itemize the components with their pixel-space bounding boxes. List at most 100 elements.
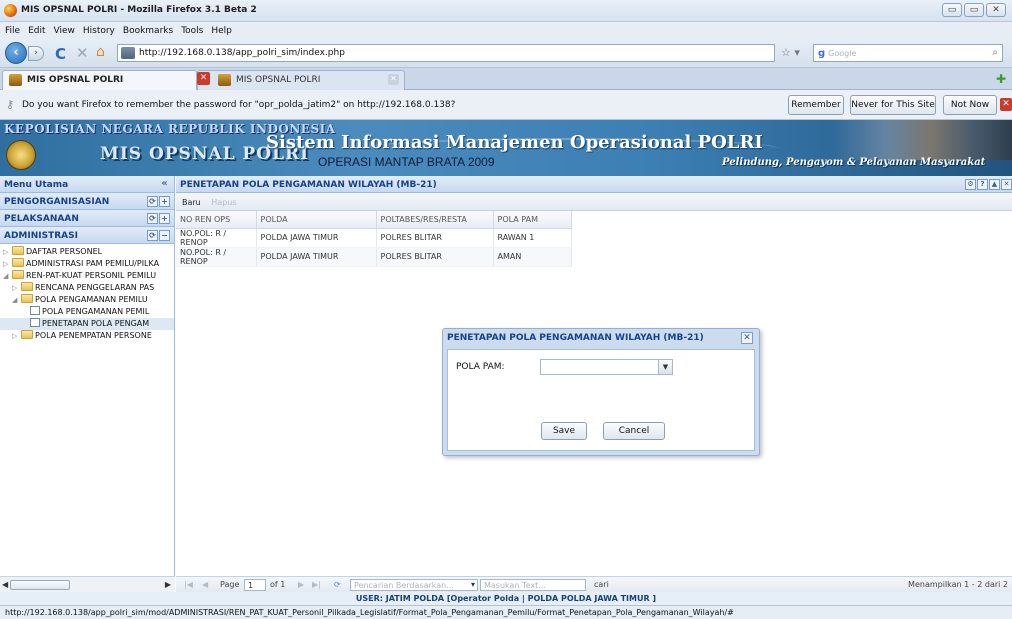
home-icon[interactable]: ⌂ [96,44,105,60]
collapse-panel-icon[interactable]: « [159,179,170,190]
display-count: Menampilkan 1 - 2 dari 2 [908,580,1008,589]
minimize-button[interactable]: ▭ [942,3,962,17]
maximize-button[interactable]: ▭ [964,3,984,17]
tree-expand-arrow-icon[interactable]: ▷ [12,330,21,342]
menu-edit[interactable]: Edit [28,26,45,36]
window-title: MIS OPSNAL POLRI - Mozilla Firefox 3.1 B… [21,5,257,15]
scroll-right-icon[interactable]: ▶ [165,580,171,589]
expand-icon[interactable]: + [159,196,170,207]
tab-mis-opsnal-active[interactable]: MIS OPSNAL POLRI [2,70,197,90]
site-identity-icon[interactable] [121,47,135,59]
close-icon[interactable]: ✕ [1001,179,1012,190]
new-tab-icon[interactable]: ✚ [996,72,1006,86]
horizontal-scrollbar[interactable]: ◀ ▶ [0,576,175,592]
chevron-down-icon[interactable]: ▼ [658,360,672,374]
previous-page-icon[interactable]: ◀ [202,580,208,589]
column-header-poltabes[interactable]: POLTABES/RES/RESTA [376,211,494,229]
section-pelaksanaan[interactable]: PELAKSANAAN ⟳ + [0,210,174,227]
last-page-icon[interactable]: ▶| [312,580,321,589]
menu-view[interactable]: View [54,26,75,36]
refresh-icon[interactable]: ⟳ [147,230,158,241]
site-favicon-icon [9,74,22,86]
refresh-icon[interactable]: ⟳ [147,196,158,207]
section-pengorganisasian[interactable]: PENGORGANISASIAN ⟳ + [0,193,174,210]
tree-item-administrasi-pam[interactable]: ▷ ADMINISTRASI PAM PEMILU/PILKA [0,258,174,270]
first-page-icon[interactable]: |◀ [184,580,193,589]
chevron-down-icon[interactable]: ▾ [471,580,475,589]
new-button[interactable]: Baru [182,198,201,207]
column-header-polda[interactable]: POLDA [256,211,377,229]
data-grid: NO REN OPS POLDA POLTABES/RES/RESTA POLA… [176,211,572,267]
menu-history[interactable]: History [83,26,115,36]
collapse-icon[interactable]: − [159,230,170,241]
search-icon[interactable]: ⌕ [992,47,998,58]
expand-icon[interactable]: + [159,213,170,224]
tree-label: POLA PENGAMANAN PEMILU [35,295,148,304]
search-text-input[interactable]: Masukan Text... [480,579,586,591]
tree-item-rencana-penggelaran[interactable]: ▷ RENCANA PENGGELARAN PAS [0,282,174,294]
remember-button[interactable]: Remember [788,95,844,115]
cancel-button[interactable]: Cancel [603,422,665,440]
refresh-icon[interactable]: ⟳ [334,580,341,589]
bookmark-star-icon[interactable]: ☆ ▾ [781,44,809,62]
maximize-icon[interactable]: ▲ [989,179,1000,190]
delete-button[interactable]: Hapus [211,198,236,207]
gear-icon[interactable]: ⚙ [965,179,976,190]
cell-no-ren-ops: NO.POL: R / RENOP [176,228,257,248]
scroll-thumb[interactable] [10,580,70,590]
site-favicon-icon [218,74,231,86]
menu-tools[interactable]: Tools [181,26,203,36]
tree-item-daftar-personel[interactable]: ▷ DAFTAR PERSONEL [0,246,174,258]
close-notification-icon[interactable]: ✕ [1000,98,1012,111]
not-now-button[interactable]: Not Now [943,95,997,115]
table-row[interactable]: NO.POL: R / RENOP POLDA JAWA TIMUR POLRE… [176,228,572,248]
search-engine-icon[interactable]: g [818,48,825,59]
close-window-button[interactable]: ✕ [986,3,1006,17]
tree-expand-arrow-icon[interactable]: ▷ [12,282,21,294]
reload-icon[interactable]: C [55,45,66,63]
pola-pam-select[interactable]: ▼ [540,359,673,375]
tree-collapse-arrow-icon[interactable]: ◢ [3,270,12,282]
help-icon[interactable]: ? [977,179,988,190]
cell-no-ren-ops: NO.POL: R / RENOP [176,247,257,267]
next-page-icon[interactable]: ▶ [298,580,304,589]
tree-item-pola-pengamanan-pemil[interactable]: POLA PENGAMANAN PEMIL [0,306,174,318]
menu-utama-header: Menu Utama « [0,176,174,193]
app-header-banner: KEPOLISIAN NEGARA REPUBLIK INDONESIA MIS… [0,120,1012,176]
scroll-left-icon[interactable]: ◀ [2,580,8,589]
menu-bar: File Edit View History Bookmarks Tools H… [0,22,1012,39]
back-button[interactable]: ‹ [5,42,27,64]
tree-expand-arrow-icon[interactable]: ▷ [3,258,12,270]
tree-label: ADMINISTRASI PAM PEMILU/PILKA [26,259,160,268]
panel-title: PENETAPAN POLA PENGAMANAN WILAYAH (MB-21… [180,180,437,190]
tree-item-penetapan-pola[interactable]: PENETAPAN POLA PENGAM [0,318,174,330]
url-bar[interactable]: http://192.168.0.138/app_polri_sim/index… [117,44,775,62]
section-administrasi[interactable]: ADMINISTRASI ⟳ − [0,227,174,244]
tab-close-icon[interactable]: ✕ [388,74,399,85]
tab-close-icon[interactable]: ✕ [197,72,210,85]
tree-item-pola-pengamanan[interactable]: ◢ POLA PENGAMANAN PEMILU [0,294,174,306]
folder-icon [21,330,33,339]
search-field-select[interactable]: Pencarian Berdasarkan... ▾ [350,579,478,591]
stop-icon[interactable]: ✕ [76,44,89,62]
search-button[interactable]: cari [594,580,609,589]
tree-item-ren-pat-kuat[interactable]: ◢ REN-PAT-KUAT PERSONIL PEMILU [0,270,174,282]
menu-file[interactable]: File [5,26,20,36]
column-header-no-ren-ops[interactable]: NO REN OPS [176,211,257,229]
close-icon[interactable]: ✕ [741,332,753,344]
tree-collapse-arrow-icon[interactable]: ◢ [12,294,21,306]
menu-help[interactable]: Help [211,26,232,36]
search-bar[interactable]: g Google ⌕ [813,44,1003,62]
table-row[interactable]: NO.POL: R / RENOP POLDA JAWA TIMUR POLRE… [176,247,572,267]
url-text[interactable]: http://192.168.0.138/app_polri_sim/index… [139,48,345,58]
refresh-icon[interactable]: ⟳ [147,213,158,224]
menu-bookmarks[interactable]: Bookmarks [123,26,173,36]
forward-button[interactable]: › [28,46,44,61]
tree-item-pola-penempatan[interactable]: ▷ POLA PENEMPATAN PERSONE [0,330,174,342]
column-header-pola-pam[interactable]: POLA PAM [493,211,572,229]
never-for-site-button[interactable]: Never for This Site [850,95,936,115]
tab-mis-opsnal-inactive[interactable]: MIS OPSNAL POLRI ✕ [197,70,405,90]
save-button[interactable]: Save [541,422,587,440]
tree-expand-arrow-icon[interactable]: ▷ [3,246,12,258]
page-number-input[interactable]: 1 [244,579,266,591]
